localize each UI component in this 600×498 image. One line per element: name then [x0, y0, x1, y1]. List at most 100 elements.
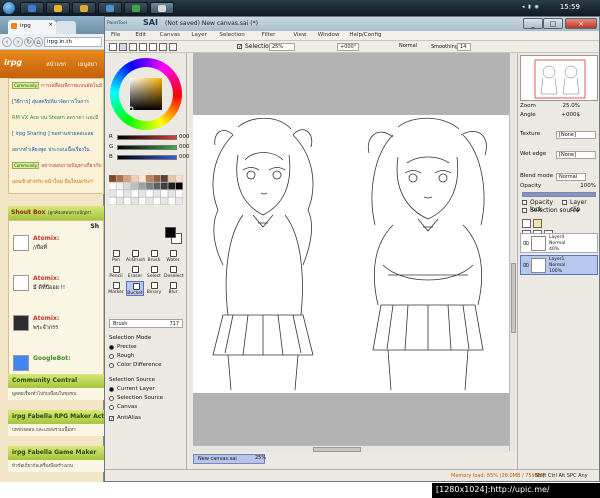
radio-indicator[interactable] [109, 363, 114, 368]
color-swatch[interactable] [131, 197, 139, 205]
color-swatch[interactable] [108, 189, 117, 198]
color-swatch[interactable] [175, 174, 183, 183]
color-swatch[interactable] [168, 174, 176, 183]
selection-icon[interactable] [119, 43, 127, 51]
shout-author[interactable]: Atomix: [33, 235, 59, 242]
site-nav-home[interactable]: หน้าแรก [46, 61, 66, 69]
slider-track[interactable] [117, 155, 177, 160]
smoothing-select[interactable]: 14 [457, 43, 471, 51]
zoom-in-icon[interactable] [139, 43, 147, 51]
menu-edit[interactable]: Edit [135, 32, 146, 38]
color-swatch[interactable] [138, 189, 146, 198]
blend-mode-select[interactable]: Normal [397, 43, 419, 51]
close-button[interactable]: × [565, 18, 597, 29]
radio-canvas[interactable]: Canvas [109, 404, 185, 412]
color-swatch[interactable] [138, 174, 146, 183]
slider-g[interactable]: G 000 [109, 143, 190, 152]
menu-helpconfig[interactable]: Help/Config [349, 32, 381, 38]
system-tray[interactable]: ◂ ▮ ◉ [522, 4, 552, 12]
browser-tab[interactable]: irpg × [8, 20, 56, 34]
menu-canvas[interactable]: Canvas [160, 32, 180, 38]
color-swatch[interactable] [145, 189, 154, 198]
radio-selection-source[interactable]: Selection Source [109, 395, 185, 403]
canvas-horizontal-scrollbar[interactable] [193, 445, 509, 452]
tool-blur[interactable]: Blur [164, 281, 182, 296]
selection-source-checkbox[interactable]: Selection source [522, 207, 598, 215]
current-color-indicator[interactable] [165, 227, 183, 245]
layer-row[interactable]: Layer1 Normal 100% [520, 255, 598, 275]
news-item[interactable]: [ irpg Sharing ] ขอท่านช่วยตอบเลย [12, 130, 102, 138]
news-item[interactable]: RM VX Ace บน Steam ลดราคา และมี [12, 114, 102, 122]
brush-size-field[interactable]: Brush 717 [109, 319, 183, 328]
color-swatch[interactable] [108, 182, 117, 190]
navigator-preview[interactable] [520, 55, 598, 101]
taskbar-button[interactable] [124, 2, 148, 14]
start-button[interactable] [2, 1, 16, 15]
color-swatch[interactable] [123, 174, 131, 183]
color-swatch[interactable] [131, 174, 139, 183]
color-swatch[interactable] [160, 189, 168, 198]
color-swatch[interactable] [153, 189, 161, 198]
taskbar-clock[interactable]: 15:59 [560, 3, 580, 11]
radio-indicator[interactable] [109, 405, 114, 410]
minimize-button[interactable]: _ [523, 18, 543, 29]
slider-b[interactable]: B 000 [109, 153, 190, 162]
color-swatch[interactable] [145, 174, 154, 183]
color-swatch[interactable] [168, 189, 176, 198]
news-item[interactable]: แผนข้าสำหรับ หน้าใหม่ มือใหม่ครับ!! [12, 178, 102, 186]
forum-section-title[interactable]: irpg Fabella RPG Maker Act [8, 410, 104, 424]
forward-icon[interactable]: › [13, 37, 23, 47]
color-swatch[interactable] [153, 174, 161, 183]
browser-tab-secondary[interactable] [56, 21, 76, 34]
color-swatch[interactable] [153, 182, 161, 190]
color-wheel-graphic[interactable] [109, 57, 183, 131]
news-item[interactable]: อยากทำเสียงพูด ประกอบเนื้อเรื่องใน [12, 146, 102, 154]
color-swatch[interactable] [138, 197, 146, 205]
eye-icon[interactable] [522, 262, 530, 268]
color-swatch[interactable] [131, 182, 139, 190]
color-swatch[interactable] [116, 189, 124, 198]
color-swatch[interactable] [160, 174, 168, 183]
menu-file[interactable]: File [111, 32, 120, 38]
menu-view[interactable]: View [293, 32, 306, 38]
slider-value[interactable]: 000 [179, 154, 190, 160]
site-logo[interactable]: irpg [4, 58, 22, 67]
avatar[interactable] [13, 355, 29, 371]
lineart-drawing[interactable] [193, 115, 509, 393]
opacity-lock-checkbox[interactable]: Opacity lock [522, 199, 562, 213]
selection-toolbar-icons[interactable] [109, 43, 179, 51]
color-swatch[interactable] [116, 174, 124, 183]
layer-row[interactable]: Layer4 Normal 40% [520, 233, 598, 253]
url-input[interactable]: irpg.in.th [44, 37, 102, 47]
new-layer-icon[interactable] [522, 219, 531, 228]
forum-section-title[interactable]: Community Central [8, 374, 104, 388]
zoom-select[interactable]: 25% [269, 43, 295, 51]
layer-clip-checkbox[interactable]: Layer clip [562, 199, 598, 213]
radio-rough[interactable]: Rough [109, 353, 185, 361]
rotate-icon[interactable] [159, 43, 167, 51]
tab-close-icon[interactable]: × [48, 22, 53, 28]
forum-section-title[interactable]: irpg Fabella Game Maker [8, 446, 104, 460]
color-swatch[interactable] [108, 197, 117, 205]
color-swatch[interactable] [123, 182, 131, 190]
color-swatch[interactable] [168, 197, 176, 205]
flip-icon[interactable] [169, 43, 177, 51]
shout-author[interactable]: GoogleBot: [33, 355, 71, 362]
color-swatch[interactable] [116, 182, 124, 190]
radio-indicator[interactable] [109, 387, 114, 392]
color-swatch[interactable] [175, 182, 183, 190]
taskbar-button[interactable] [46, 2, 70, 14]
tool-bucket[interactable]: Bucket [126, 281, 144, 296]
reload-icon[interactable]: ↻ [24, 37, 34, 47]
news-item[interactable]: Community การเคลื่อนที่ภาพแบบอัตโนมัติ [12, 82, 102, 90]
shout-author[interactable]: Atomix: [33, 315, 59, 322]
new-folder-icon[interactable] [533, 219, 542, 228]
radio-current-layer[interactable]: Current Layer [109, 386, 185, 394]
zoom-out-icon[interactable] [129, 43, 137, 51]
texture-select[interactable]: [None] [556, 131, 596, 139]
color-swatch[interactable] [168, 182, 176, 190]
color-swatch[interactable] [138, 182, 146, 190]
slider-r[interactable]: R 000 [109, 133, 190, 142]
taskbar-button[interactable] [72, 2, 96, 14]
tool-deselect[interactable]: Deselect [164, 265, 184, 280]
